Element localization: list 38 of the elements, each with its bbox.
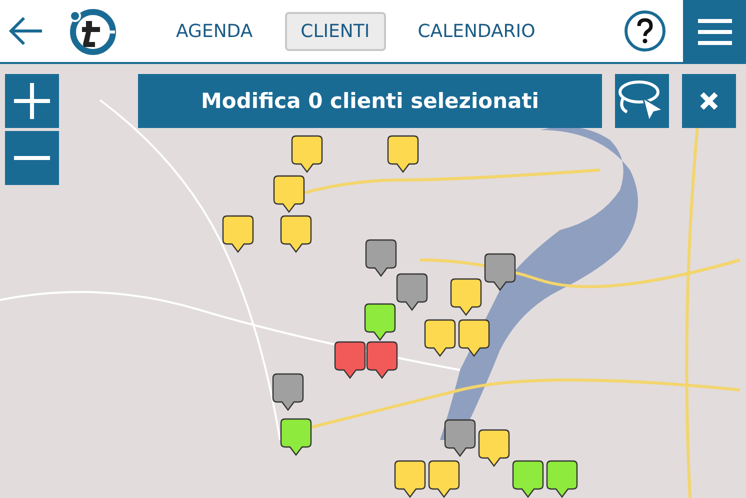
help-icon[interactable] xyxy=(624,10,666,52)
client-pin[interactable] xyxy=(458,319,490,357)
client-pin[interactable] xyxy=(450,278,482,316)
close-icon xyxy=(699,91,719,111)
nav-tab[interactable]: AGENDA xyxy=(160,12,269,50)
client-pin[interactable] xyxy=(334,341,366,379)
menu-button[interactable] xyxy=(683,0,746,64)
selection-banner: Modifica 0 clienti selezionati xyxy=(138,74,602,128)
client-pin[interactable] xyxy=(291,135,323,173)
client-pin[interactable] xyxy=(444,419,476,457)
client-pin[interactable] xyxy=(396,273,428,311)
lasso-select-button[interactable] xyxy=(615,74,669,128)
zoom-in-button[interactable] xyxy=(5,74,59,128)
client-pin[interactable] xyxy=(273,175,305,213)
client-pin[interactable] xyxy=(222,215,254,253)
back-arrow-icon[interactable] xyxy=(8,16,44,46)
map-drawing[interactable]: Modifica 0 clienti selezionati xyxy=(0,64,746,498)
plus-icon xyxy=(14,83,50,119)
client-pin[interactable] xyxy=(365,239,397,277)
client-pin[interactable] xyxy=(366,341,398,379)
client-pin[interactable] xyxy=(394,460,426,498)
client-pin[interactable] xyxy=(387,135,419,173)
minus-icon xyxy=(14,155,50,161)
client-pin[interactable] xyxy=(428,460,460,498)
client-pin[interactable] xyxy=(280,215,312,253)
client-pin[interactable] xyxy=(280,418,312,456)
nav-tab[interactable]: CALENDARIO xyxy=(402,12,552,50)
close-button[interactable] xyxy=(682,74,736,128)
client-pin[interactable] xyxy=(478,429,510,467)
client-pin[interactable] xyxy=(424,319,456,357)
client-pin[interactable] xyxy=(272,373,304,411)
client-pin[interactable] xyxy=(512,460,544,498)
zoom-out-button[interactable] xyxy=(5,131,59,185)
client-pin[interactable] xyxy=(484,253,516,291)
client-pin[interactable] xyxy=(546,460,578,498)
nav-tab[interactable]: CLIENTI xyxy=(284,12,386,50)
menu-icon xyxy=(698,18,732,46)
client-pin[interactable] xyxy=(364,303,396,341)
